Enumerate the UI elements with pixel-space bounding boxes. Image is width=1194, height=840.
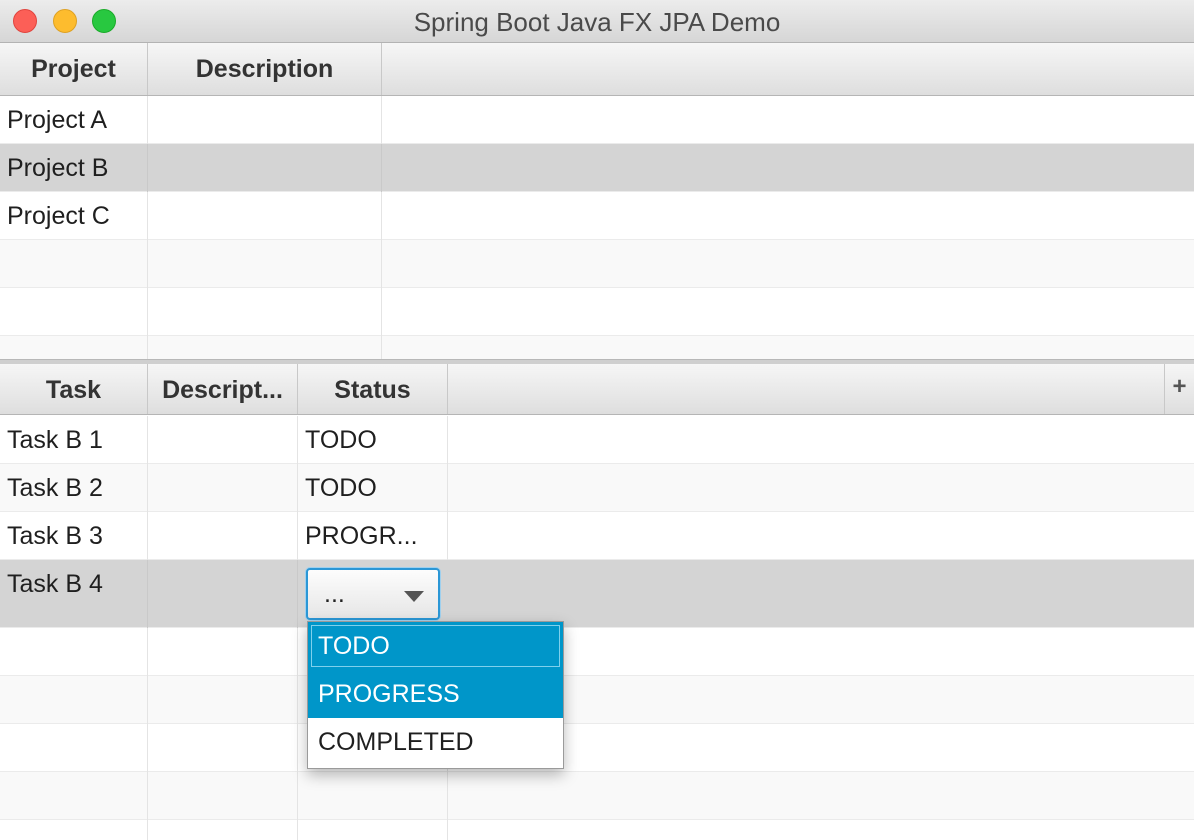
window-title: Spring Boot Java FX JPA Demo xyxy=(413,7,781,37)
table-row[interactable]: Task B 3 PROGR... xyxy=(0,512,1194,560)
column-header-filler xyxy=(448,364,1164,414)
empty-table-row xyxy=(0,288,1194,336)
title-bar: Spring Boot Java FX JPA Demo xyxy=(0,0,1194,43)
empty-cell xyxy=(148,724,298,772)
empty-table-row xyxy=(0,772,1194,820)
empty-cell xyxy=(148,628,298,676)
projects-table: Project Description Project A Project B … xyxy=(0,43,1194,359)
table-row[interactable]: Task B 2 TODO xyxy=(0,464,1194,512)
task-name-cell: Task B 2 xyxy=(0,464,148,512)
empty-cell xyxy=(0,628,148,676)
empty-cell xyxy=(148,676,298,724)
empty-cell xyxy=(148,772,298,820)
project-name-cell: Project A xyxy=(0,96,148,144)
tasks-table-header: Task Descript... Status + xyxy=(0,364,1194,415)
column-header-description[interactable]: Descript... xyxy=(148,364,298,414)
project-name-cell: Project B xyxy=(0,144,148,192)
empty-table-row xyxy=(0,628,1194,676)
empty-cell xyxy=(0,820,148,840)
projects-table-header: Project Description xyxy=(0,43,1194,96)
task-name-cell: Task B 4 xyxy=(0,560,148,628)
empty-table-row xyxy=(0,676,1194,724)
table-row-selected[interactable]: Project B xyxy=(0,144,1194,192)
empty-table-row xyxy=(0,820,1194,840)
empty-cell xyxy=(0,288,148,336)
table-row-selected[interactable]: Task B 4 xyxy=(0,560,1194,628)
status-option-completed[interactable]: COMPLETED xyxy=(308,718,563,766)
task-description-cell xyxy=(148,560,298,628)
empty-cell xyxy=(0,772,148,820)
empty-cell xyxy=(0,676,148,724)
column-header-description[interactable]: Description xyxy=(148,43,382,95)
empty-cell xyxy=(148,336,382,359)
empty-cell xyxy=(0,240,148,288)
task-name-cell: Task B 1 xyxy=(0,416,148,464)
empty-cell xyxy=(298,772,448,820)
empty-table-row xyxy=(0,240,1194,288)
status-option-todo[interactable]: TODO xyxy=(308,622,563,670)
status-dropdown-list: TODO PROGRESS COMPLETED xyxy=(307,621,564,769)
app-window: Spring Boot Java FX JPA Demo Project Des… xyxy=(0,0,1194,840)
column-header-filler xyxy=(382,43,1194,95)
task-description-cell xyxy=(148,416,298,464)
table-row[interactable]: Project C xyxy=(0,192,1194,240)
empty-table-row xyxy=(0,336,1194,359)
empty-cell xyxy=(148,240,382,288)
empty-cell xyxy=(148,820,298,840)
column-header-status[interactable]: Status xyxy=(298,364,448,414)
status-option-progress[interactable]: PROGRESS xyxy=(308,670,563,718)
project-name-cell: Project C xyxy=(0,192,148,240)
empty-cell xyxy=(148,288,382,336)
task-status-cell[interactable]: TODO xyxy=(298,464,448,512)
table-row[interactable]: Project A xyxy=(0,96,1194,144)
column-header-project[interactable]: Project xyxy=(0,43,148,95)
task-description-cell xyxy=(148,464,298,512)
column-menu-button[interactable]: + xyxy=(1164,364,1194,414)
status-combo-value: ... xyxy=(324,580,345,608)
empty-cell xyxy=(298,820,448,840)
tasks-table: Task Descript... Status + Task B 1 TODO … xyxy=(0,364,1194,840)
table-row[interactable]: Task B 1 TODO xyxy=(0,416,1194,464)
project-description-cell xyxy=(148,144,382,192)
empty-cell xyxy=(0,724,148,772)
task-status-cell[interactable]: PROGR... xyxy=(298,512,448,560)
task-name-cell: Task B 3 xyxy=(0,512,148,560)
column-header-task[interactable]: Task xyxy=(0,364,148,414)
chevron-down-icon[interactable] xyxy=(404,591,424,602)
task-description-cell xyxy=(148,512,298,560)
empty-table-row xyxy=(0,724,1194,772)
empty-cell xyxy=(0,336,148,359)
task-status-cell[interactable]: TODO xyxy=(298,416,448,464)
project-description-cell xyxy=(148,96,382,144)
project-description-cell xyxy=(148,192,382,240)
status-combo-box[interactable]: ... xyxy=(306,568,440,620)
